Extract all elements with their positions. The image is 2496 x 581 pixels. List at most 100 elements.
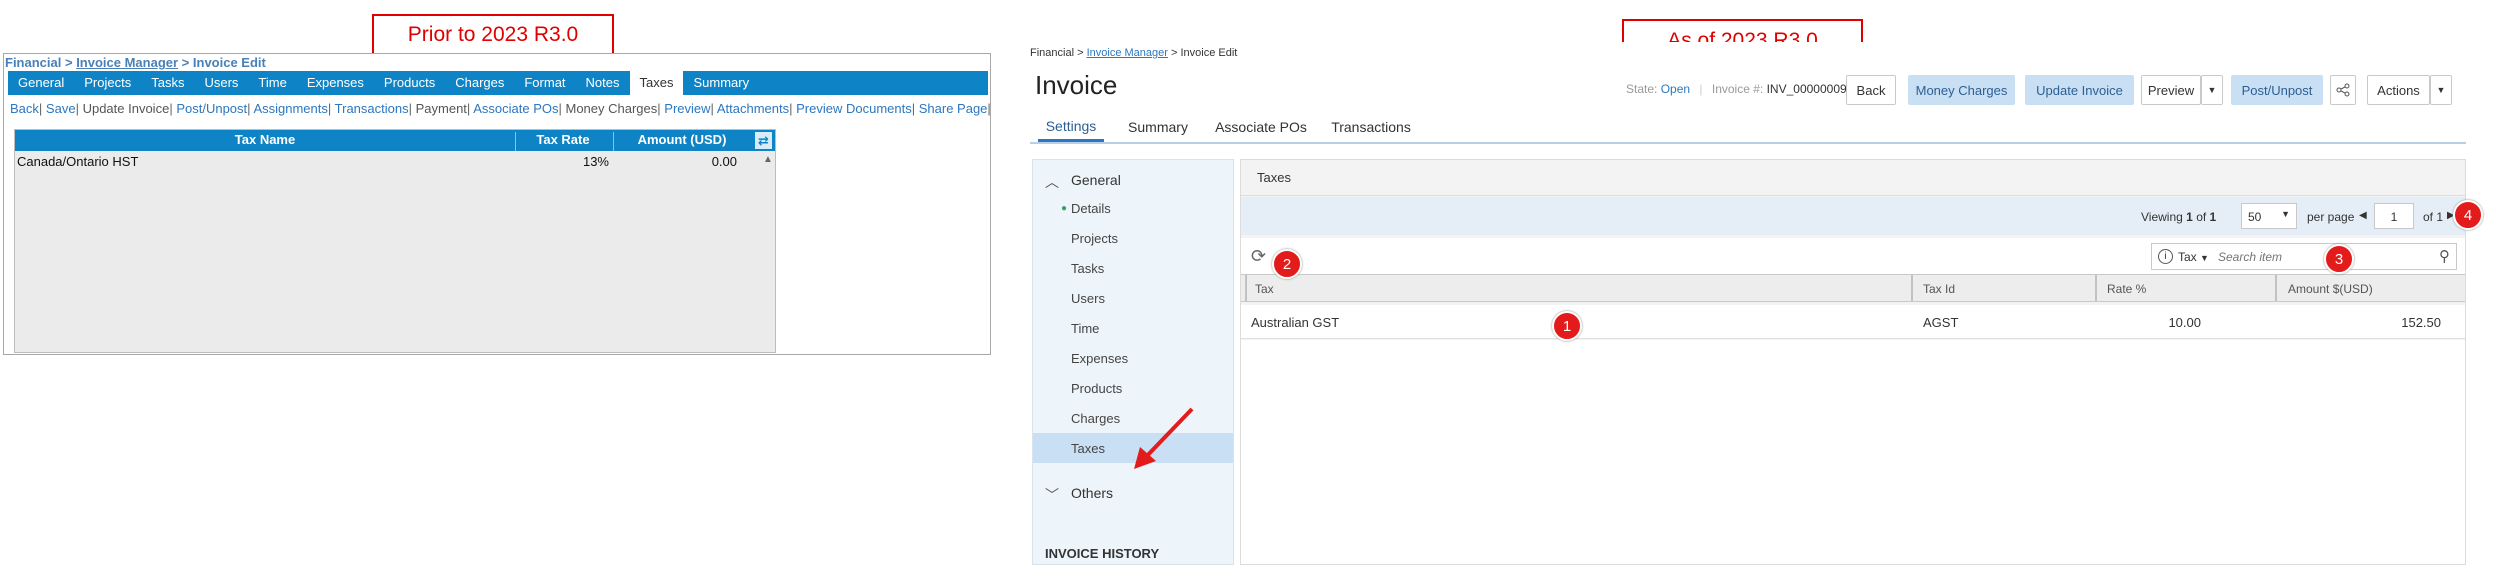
tab-transactions[interactable]: Transactions xyxy=(1326,112,1416,142)
tab-projects[interactable]: Projects xyxy=(74,71,141,95)
column-amount[interactable]: Amount $(USD) xyxy=(2288,282,2373,296)
tab-taxes[interactable]: Taxes xyxy=(629,71,684,95)
annotation-badge-1: 1 xyxy=(1552,311,1582,341)
annotation-badge-2: 2 xyxy=(1272,249,1302,279)
sidebar-item-label: Projects xyxy=(1071,230,1118,246)
column-tax-name[interactable]: Tax Name xyxy=(15,132,515,147)
tab-general[interactable]: General xyxy=(8,71,74,95)
tab-settings[interactable]: Settings xyxy=(1038,112,1104,142)
action-attachments[interactable]: Attachments xyxy=(717,101,789,116)
action-post-unpost[interactable]: Post/Unpost xyxy=(176,101,247,116)
nav-group-label: Others xyxy=(1071,485,1114,501)
taxes-panel: Taxes Viewing 1 of 1 50 ▼ per page ◀ 1 o… xyxy=(1240,159,2466,565)
money-charges-button[interactable]: Money Charges xyxy=(1908,75,2015,105)
invoice-state-info: State: Open | Invoice #: INV_00000009 xyxy=(1626,82,1847,96)
preview-dropdown-chevron-icon[interactable]: ▼ xyxy=(2201,75,2223,105)
breadcrumb-root[interactable]: Financial xyxy=(5,55,61,70)
action-preview[interactable]: Preview xyxy=(664,101,710,116)
action-back[interactable]: Back xyxy=(10,101,39,116)
invoice-history-link[interactable]: INVOICE HISTORY xyxy=(1045,546,1159,561)
tab-tasks[interactable]: Tasks xyxy=(141,71,194,95)
actions-button[interactable]: Actions xyxy=(2367,75,2430,105)
sidebar-item-products[interactable]: Products xyxy=(1033,373,1233,403)
search-icon[interactable]: ⚲ xyxy=(2439,247,2450,265)
action-transactions[interactable]: Transactions xyxy=(335,101,409,116)
page-number-input[interactable]: 1 xyxy=(2374,203,2414,229)
sidebar-item-details[interactable]: ● Details xyxy=(1033,193,1233,223)
sidebar-item-label: Expenses xyxy=(1071,350,1129,366)
tab-format[interactable]: Format xyxy=(514,71,575,95)
action-money-charges[interactable]: Money Charges xyxy=(566,101,658,116)
sidebar-item-users[interactable]: Users xyxy=(1033,283,1233,313)
tab-summary[interactable]: Summary xyxy=(1122,112,1194,142)
breadcrumb: Financial > Invoice Manager > Invoice Ed… xyxy=(1030,47,1237,59)
scroll-up-icon[interactable]: ▲ xyxy=(763,154,773,165)
annotation-badge-4: 4 xyxy=(2453,200,2483,230)
column-rate[interactable]: Rate % xyxy=(2107,282,2146,296)
tab-summary[interactable]: Summary xyxy=(683,71,759,95)
update-invoice-button[interactable]: Update Invoice xyxy=(2025,75,2134,105)
table-row[interactable]: Canada/Ontario HST 13% 0.00 xyxy=(15,153,775,171)
old-tab-bar: General Projects Tasks Users Time Expens… xyxy=(8,71,988,95)
per-page-label: per page xyxy=(2307,210,2355,224)
cell-tax-rate: 13% xyxy=(582,154,609,169)
previous-page-icon[interactable]: ◀ xyxy=(2359,210,2367,221)
page-title: Invoice xyxy=(1035,70,1118,100)
table-row[interactable]: Australian GST AGST 10.00 152.50 xyxy=(1241,305,2465,339)
column-amount[interactable]: Amount (USD) xyxy=(613,132,751,147)
cell-tax-name: Canada/Ontario HST xyxy=(17,154,139,169)
tab-charges[interactable]: Charges xyxy=(445,71,514,95)
preview-button[interactable]: Preview xyxy=(2141,75,2201,105)
breadcrumb-invoice-manager[interactable]: Invoice Manager xyxy=(1087,47,1168,59)
action-assignments[interactable]: Assignments xyxy=(253,101,327,116)
state-label: State: xyxy=(1626,82,1658,96)
tab-notes[interactable]: Notes xyxy=(576,71,630,95)
back-button[interactable]: Back xyxy=(1846,75,1896,105)
breadcrumb: Financial > Invoice Manager > Invoice Ed… xyxy=(5,55,266,70)
sidebar-item-label: Tasks xyxy=(1071,260,1105,276)
tab-users[interactable]: Users xyxy=(194,71,248,95)
breadcrumb-current: Invoice Edit xyxy=(192,55,266,70)
search-input[interactable] xyxy=(2218,250,2418,264)
sidebar-item-projects[interactable]: Projects xyxy=(1033,223,1233,253)
action-share-page[interactable]: Share Page xyxy=(919,101,988,116)
share-icon[interactable] xyxy=(2330,75,2356,105)
sidebar-item-label: Products xyxy=(1071,380,1123,396)
column-tax-rate[interactable]: Tax Rate xyxy=(515,132,611,147)
viewing-count: Viewing 1 of 1 xyxy=(2141,210,2216,224)
per-page-select[interactable]: 50 ▼ xyxy=(2241,203,2297,229)
breadcrumb-separator: > xyxy=(178,55,193,70)
sidebar-item-expenses[interactable]: Expenses xyxy=(1033,343,1233,373)
breadcrumb-root[interactable]: Financial xyxy=(1030,47,1074,59)
column-tax[interactable]: Tax xyxy=(1255,282,1274,296)
tab-expenses[interactable]: Expenses xyxy=(297,71,374,95)
sidebar-item-time[interactable]: Time xyxy=(1033,313,1233,343)
viewing-to: 1 xyxy=(2209,210,2217,224)
info-icon[interactable]: i xyxy=(2158,249,2173,264)
search-box: i Tax ▼ ⚲ xyxy=(2151,243,2457,270)
tab-time[interactable]: Time xyxy=(248,71,296,95)
old-invoice-edit-window: Financial > Invoice Manager > Invoice Ed… xyxy=(3,53,991,355)
column-tax-id[interactable]: Tax Id xyxy=(1923,282,1955,296)
action-payment[interactable]: Payment xyxy=(416,101,467,116)
action-preview-documents[interactable]: Preview Documents xyxy=(796,101,912,116)
breadcrumb-current: Invoice Edit xyxy=(1180,47,1238,59)
sidebar-item-label: Time xyxy=(1071,320,1100,336)
action-save[interactable]: Save xyxy=(46,101,76,116)
column-swap-icon[interactable]: ⇄ xyxy=(755,132,772,149)
callout-prior-version: Prior to 2023 R3.0 xyxy=(372,14,614,56)
cell-rate: 10.00 xyxy=(2168,315,2201,330)
tab-products[interactable]: Products xyxy=(374,71,445,95)
actions-dropdown-chevron-icon[interactable]: ▼ xyxy=(2430,75,2452,105)
action-associate-pos[interactable]: Associate POs xyxy=(473,101,558,116)
post-unpost-button[interactable]: Post/Unpost xyxy=(2231,75,2323,105)
new-invoice-edit-window: Financial > Invoice Manager > Invoice Ed… xyxy=(1026,42,2470,574)
refresh-icon[interactable]: ⟳ xyxy=(1251,246,1266,267)
sidebar-item-tasks[interactable]: Tasks xyxy=(1033,253,1233,283)
search-field-select[interactable]: Tax ▼ xyxy=(2178,250,2209,264)
sidebar-item-label: Taxes xyxy=(1071,440,1105,456)
breadcrumb-invoice-manager[interactable]: Invoice Manager xyxy=(76,55,178,70)
action-update-invoice[interactable]: Update Invoice xyxy=(83,101,170,116)
viewing-from: 1 xyxy=(2186,210,2193,224)
tab-associate-pos[interactable]: Associate POs xyxy=(1209,112,1313,142)
